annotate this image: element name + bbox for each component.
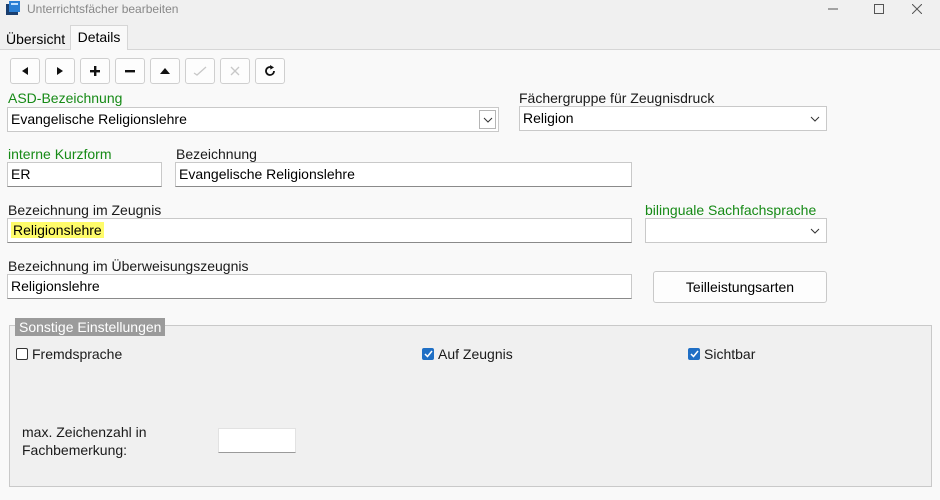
arrow-left-icon bbox=[22, 67, 28, 75]
plus-icon bbox=[90, 66, 100, 76]
max-zeichen-label: max. Zeichenzahl in Fachbemerkung: bbox=[22, 423, 147, 459]
asd-label: ASD-Bezeichnung bbox=[8, 90, 123, 106]
save-button[interactable] bbox=[185, 58, 215, 84]
tab-details[interactable]: Details bbox=[70, 25, 128, 50]
zeugnis-label: Bezeichnung im Zeugnis bbox=[8, 202, 162, 218]
minimize-button[interactable] bbox=[810, 0, 856, 18]
minimize-icon bbox=[828, 8, 838, 10]
fremdsprache-label: Fremdsprache bbox=[32, 346, 123, 362]
ueberweisung-label: Bezeichnung im Überweisungszeugnis bbox=[8, 258, 249, 274]
bezeichnung-input[interactable]: Evangelische Religionslehre bbox=[175, 162, 632, 187]
faechergruppe-value: Religion bbox=[523, 110, 574, 126]
bezeichnung-label: Bezeichnung bbox=[176, 146, 257, 162]
bilingual-label: bilinguale Sachfachsprache bbox=[645, 202, 817, 218]
close-button[interactable] bbox=[894, 0, 940, 18]
max-zeichen-label-line2: Fachbemerkung: bbox=[22, 442, 128, 458]
ueberweisung-input[interactable]: Religionslehre bbox=[7, 274, 632, 299]
asd-dropdown-button[interactable] bbox=[479, 110, 496, 129]
arrow-up-icon bbox=[160, 68, 170, 74]
checkbox-checked-icon bbox=[422, 348, 434, 360]
max-zeichen-label-line1: max. Zeichenzahl in bbox=[22, 424, 147, 440]
window-title: Unterrichtsfächer bearbeiten bbox=[27, 2, 179, 16]
add-record-button[interactable] bbox=[80, 58, 110, 84]
checkbox-unchecked-icon bbox=[16, 348, 28, 360]
auf-zeugnis-checkbox[interactable]: Auf Zeugnis bbox=[422, 346, 513, 362]
zeugnis-value: Religionslehre bbox=[11, 222, 104, 238]
cancel-button[interactable] bbox=[220, 58, 250, 84]
bilingual-select[interactable] bbox=[645, 218, 827, 243]
group-title: Sonstige Einstellungen bbox=[15, 318, 166, 336]
previous-record-button[interactable] bbox=[10, 58, 40, 84]
app-icon bbox=[6, 1, 20, 15]
checkbox-checked-icon bbox=[688, 348, 700, 360]
chevron-down-icon bbox=[810, 228, 820, 234]
check-icon bbox=[193, 66, 207, 76]
sichtbar-label: Sichtbar bbox=[704, 346, 756, 362]
max-zeichen-input[interactable] bbox=[218, 428, 296, 453]
cancel-icon bbox=[230, 66, 240, 76]
first-record-button[interactable] bbox=[150, 58, 180, 84]
fremdsprache-checkbox[interactable]: Fremdsprache bbox=[16, 346, 122, 362]
delete-record-button[interactable] bbox=[115, 58, 145, 84]
chevron-down-icon bbox=[810, 116, 820, 122]
maximize-icon bbox=[874, 4, 884, 14]
next-record-button[interactable] bbox=[45, 58, 75, 84]
refresh-icon bbox=[265, 65, 275, 76]
minus-icon bbox=[125, 70, 135, 73]
sichtbar-checkbox[interactable]: Sichtbar bbox=[688, 346, 755, 362]
zeugnis-input[interactable]: Religionslehre bbox=[7, 218, 632, 243]
kurzform-input[interactable]: ER bbox=[7, 162, 162, 187]
refresh-button[interactable] bbox=[255, 58, 285, 84]
faechergruppe-select[interactable]: Religion bbox=[519, 106, 827, 131]
tab-uebersicht[interactable]: Übersicht bbox=[3, 29, 68, 49]
arrow-right-icon bbox=[57, 67, 63, 75]
tab-strip bbox=[0, 49, 940, 50]
faechergruppe-label: Fächergruppe für Zeugnisdruck bbox=[519, 90, 715, 106]
asd-value: Evangelische Religionslehre bbox=[11, 111, 187, 127]
asd-select[interactable]: Evangelische Religionslehre bbox=[7, 107, 499, 132]
chevron-down-icon bbox=[483, 117, 492, 123]
teilleistungsarten-button[interactable]: Teilleistungsarten bbox=[653, 271, 827, 303]
auf-zeugnis-label: Auf Zeugnis bbox=[438, 346, 513, 362]
close-icon bbox=[912, 4, 922, 14]
kurzform-label: interne Kurzform bbox=[8, 146, 112, 162]
